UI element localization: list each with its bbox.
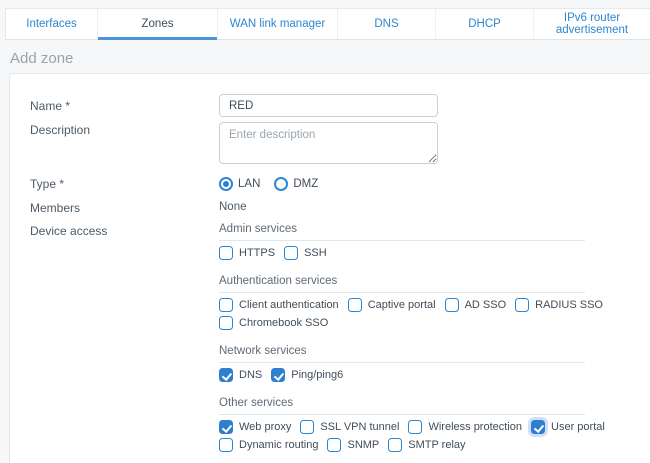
tab-ipv6-router-advertisement[interactable]: IPv6 router advertisement [534,9,650,39]
section-heading-authentication-services: Authentication services [219,275,585,293]
checkbox-icon [219,316,233,330]
add-zone-panel: Name * Description Type * LA [9,73,650,463]
checkbox-row: Web proxy SSL VPN tunnel Wireless protec… [219,420,585,434]
checkbox-row: HTTPS SSH [219,246,585,260]
checkbox-label: HTTPS [239,247,275,259]
checkbox-label: DNS [239,369,262,381]
description-row: Description [30,122,650,164]
checkbox-icon [348,298,362,312]
page-title: Add zone [10,50,73,67]
network-services-group: Network services DNS Ping/ping6 [219,345,585,382]
checkbox-label: Ping/ping6 [291,369,343,381]
checkbox-icon [327,438,341,452]
checkbox-label: Wireless protection [428,421,522,433]
authentication-services-group: Authentication services Client authentic… [219,275,585,330]
name-label: Name * [30,98,219,113]
section-heading-admin-services: Admin services [219,223,585,241]
checkbox-label: Dynamic routing [239,439,318,451]
description-label: Description [30,122,219,137]
members-row: Members None [30,200,650,215]
tab-zones[interactable]: Zones [98,9,218,39]
checkbox-icon [219,246,233,260]
checkbox-label: Captive portal [368,299,436,311]
checkbox-label: Web proxy [239,421,291,433]
checkbox-label: SSH [304,247,327,259]
tab-dns[interactable]: DNS [338,9,436,39]
required-asterisk: * [65,99,70,113]
checkbox-ssh[interactable]: SSH [284,246,327,260]
checkbox-chromebook-sso[interactable]: Chromebook SSO [219,316,328,330]
checkbox-label: SNMP [347,439,379,451]
checkbox-label: Chromebook SSO [239,317,328,329]
device-access-row: Device access Admin services HTTPS [30,223,650,463]
type-row: Type * LAN DMZ [30,176,650,191]
checkbox-radius-sso[interactable]: RADIUS SSO [515,298,603,312]
members-label: Members [30,200,219,215]
checkbox-icon [284,246,298,260]
checkbox-web-proxy[interactable]: Web proxy [219,420,291,434]
name-input[interactable] [219,94,438,117]
radio-icon [219,177,233,191]
other-services-group: Other services Web proxy SSL VPN tunnel [219,397,585,452]
device-access-services: Admin services HTTPS SSH [219,223,585,463]
checkbox-icon [445,298,459,312]
checkbox-ping-ping6[interactable]: Ping/ping6 [271,368,343,382]
radio-dmz[interactable]: DMZ [274,177,318,191]
type-label: Type * [30,176,219,191]
checkbox-dynamic-routing[interactable]: Dynamic routing [219,438,318,452]
checkbox-icon [219,420,233,434]
checkbox-icon [408,420,422,434]
admin-services-group: Admin services HTTPS SSH [219,223,585,260]
checkbox-label: RADIUS SSO [535,299,603,311]
checkbox-icon [300,420,314,434]
checkbox-smtp-relay[interactable]: SMTP relay [388,438,465,452]
checkbox-icon [219,368,233,382]
description-textarea[interactable] [219,122,438,164]
checkbox-https[interactable]: HTTPS [219,246,275,260]
checkbox-icon [219,298,233,312]
name-row: Name * [30,94,650,117]
checkbox-row: Dynamic routing SNMP SMTP relay [219,438,585,452]
checkbox-row: Client authentication Captive portal AD … [219,298,585,312]
radio-label: DMZ [293,178,318,190]
device-access-label: Device access [30,223,219,238]
checkbox-label: AD SSO [465,299,507,311]
checkbox-label: User portal [551,421,605,433]
checkbox-icon [531,420,545,434]
add-zone-form: Name * Description Type * LA [10,74,650,463]
checkbox-icon [388,438,402,452]
members-value: None [219,200,247,213]
checkbox-user-portal[interactable]: User portal [531,420,605,434]
checkbox-row: Chromebook SSO [219,316,585,330]
section-heading-network-services: Network services [219,345,585,363]
checkbox-captive-portal[interactable]: Captive portal [348,298,436,312]
checkbox-ad-sso[interactable]: AD SSO [445,298,507,312]
checkbox-icon [271,368,285,382]
type-radio-group: LAN DMZ [219,177,318,191]
radio-icon [274,177,288,191]
checkbox-dns[interactable]: DNS [219,368,262,382]
checkbox-client-authentication[interactable]: Client authentication [219,298,339,312]
tab-interfaces[interactable]: Interfaces [6,9,98,39]
checkbox-label: SMTP relay [408,439,465,451]
checkbox-label: SSL VPN tunnel [320,421,399,433]
tab-dhcp[interactable]: DHCP [436,9,534,39]
tab-wan-link-manager[interactable]: WAN link manager [218,9,338,39]
required-asterisk: * [59,177,64,191]
checkbox-wireless-protection[interactable]: Wireless protection [408,420,522,434]
checkbox-label: Client authentication [239,299,339,311]
checkbox-snmp[interactable]: SNMP [327,438,379,452]
checkbox-ssl-vpn-tunnel[interactable]: SSL VPN tunnel [300,420,399,434]
section-heading-other-services: Other services [219,397,585,415]
checkbox-icon [219,438,233,452]
zones-settings-page: Interfaces Zones WAN link manager DNS DH… [0,0,650,463]
checkbox-icon [515,298,529,312]
radio-lan[interactable]: LAN [219,177,260,191]
radio-label: LAN [238,178,260,190]
checkbox-row: DNS Ping/ping6 [219,368,585,382]
tab-bar: Interfaces Zones WAN link manager DNS DH… [5,8,650,40]
